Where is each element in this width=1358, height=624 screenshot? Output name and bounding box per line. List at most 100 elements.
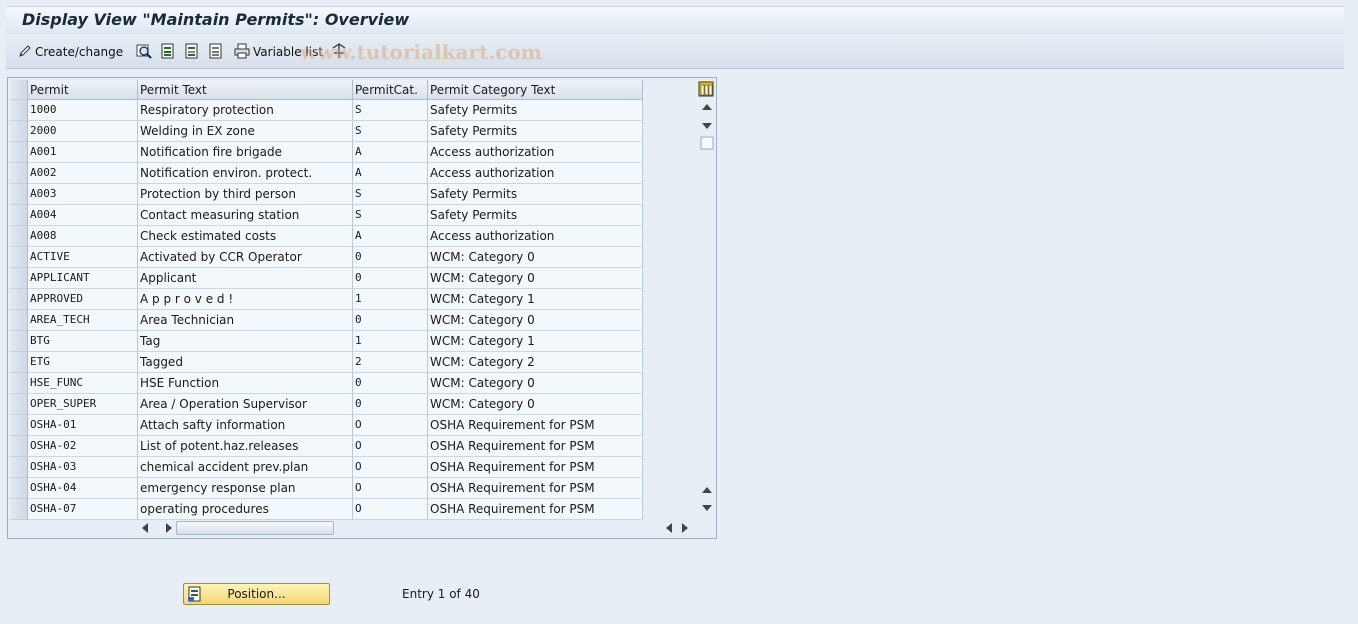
- cell-permit[interactable]: A008: [28, 226, 138, 247]
- horizontal-scrollbar[interactable]: [136, 520, 692, 536]
- cell-permit-text[interactable]: Area Technician: [138, 310, 353, 331]
- select-block-button[interactable]: [184, 43, 200, 61]
- cell-permit[interactable]: A003: [28, 184, 138, 205]
- cell-permit-category-text[interactable]: Access authorization: [428, 226, 643, 247]
- cell-permit[interactable]: AREA_TECH: [28, 310, 138, 331]
- cell-permit[interactable]: A004: [28, 205, 138, 226]
- cell-permit-cat[interactable]: O: [353, 436, 428, 457]
- position-button[interactable]: Position...: [183, 583, 330, 605]
- row-selector[interactable]: [10, 289, 28, 310]
- cell-permit-cat[interactable]: O: [353, 499, 428, 520]
- row-selector[interactable]: [10, 373, 28, 394]
- scroll-page-up-icon[interactable]: [702, 487, 712, 493]
- cell-permit[interactable]: ACTIVE: [28, 247, 138, 268]
- cell-permit[interactable]: OSHA-01: [28, 415, 138, 436]
- cell-permit[interactable]: OSHA-02: [28, 436, 138, 457]
- column-header-permit-cat[interactable]: PermitCat.: [353, 80, 428, 100]
- scroll-down-icon[interactable]: [702, 123, 712, 129]
- row-selector[interactable]: [10, 499, 28, 520]
- cell-permit-text[interactable]: Notification environ. protect.: [138, 163, 353, 184]
- cell-permit-category-text[interactable]: WCM: Category 1: [428, 331, 643, 352]
- cell-permit-text[interactable]: HSE Function: [138, 373, 353, 394]
- cell-permit-cat[interactable]: 0: [353, 394, 428, 415]
- cell-permit-cat[interactable]: A: [353, 163, 428, 184]
- cell-permit[interactable]: HSE_FUNC: [28, 373, 138, 394]
- table-row[interactable]: 2000 Welding in EX zone S Safety Permits: [10, 121, 644, 142]
- row-selector[interactable]: [10, 184, 28, 205]
- row-selector[interactable]: [10, 352, 28, 373]
- cell-permit-text[interactable]: Applicant: [138, 268, 353, 289]
- create-change-button[interactable]: Create/change: [18, 43, 123, 61]
- cell-permit-text[interactable]: Tag: [138, 331, 353, 352]
- cell-permit-cat[interactable]: 0: [353, 268, 428, 289]
- cell-permit-category-text[interactable]: WCM: Category 0: [428, 394, 643, 415]
- row-selector[interactable]: [10, 268, 28, 289]
- cell-permit[interactable]: APPROVED: [28, 289, 138, 310]
- cell-permit-cat[interactable]: 2: [353, 352, 428, 373]
- cell-permit-text[interactable]: Respiratory protection: [138, 100, 353, 121]
- scroll-up-icon[interactable]: [702, 104, 712, 110]
- table-row[interactable]: AREA_TECH Area Technician 0 WCM: Category 0: [10, 310, 644, 331]
- cell-permit-category-text[interactable]: Safety Permits: [428, 205, 643, 226]
- cell-permit-text[interactable]: Check estimated costs: [138, 226, 353, 247]
- cell-permit[interactable]: A001: [28, 142, 138, 163]
- column-header-permit-text[interactable]: Permit Text: [138, 80, 353, 100]
- cell-permit-category-text[interactable]: Safety Permits: [428, 121, 643, 142]
- cell-permit[interactable]: OSHA-04: [28, 478, 138, 499]
- table-row[interactable]: OSHA-07 operating procedures O OSHA Require…: [10, 499, 644, 520]
- cell-permit[interactable]: 2000: [28, 121, 138, 142]
- table-row[interactable]: OSHA-02 List of potent.haz.releases O OSHA …: [10, 436, 644, 457]
- row-selector[interactable]: [10, 142, 28, 163]
- cell-permit[interactable]: ETG: [28, 352, 138, 373]
- cell-permit-cat[interactable]: S: [353, 184, 428, 205]
- cell-permit-text[interactable]: Welding in EX zone: [138, 121, 353, 142]
- cell-permit-cat[interactable]: O: [353, 478, 428, 499]
- table-row[interactable]: A004 Contact measuring station S Safety Per…: [10, 205, 644, 226]
- cell-permit-text[interactable]: emergency response plan: [138, 478, 353, 499]
- cell-permit-text[interactable]: A p p r o v e d !: [138, 289, 353, 310]
- cell-permit[interactable]: 1000: [28, 100, 138, 121]
- cell-permit-category-text[interactable]: OSHA Requirement for PSM: [428, 436, 643, 457]
- row-selector[interactable]: [10, 394, 28, 415]
- cell-permit-text[interactable]: Activated by CCR Operator: [138, 247, 353, 268]
- cell-permit[interactable]: OSHA-07: [28, 499, 138, 520]
- row-selector[interactable]: [10, 331, 28, 352]
- table-row[interactable]: OPER_SUPER Area / Operation Supervisor 0 WC…: [10, 394, 644, 415]
- cell-permit[interactable]: APPLICANT: [28, 268, 138, 289]
- cell-permit-category-text[interactable]: Access authorization: [428, 142, 643, 163]
- cell-permit-category-text[interactable]: WCM: Category 0: [428, 373, 643, 394]
- cell-permit[interactable]: BTG: [28, 331, 138, 352]
- row-selector[interactable]: [10, 226, 28, 247]
- table-row[interactable]: ACTIVE Activated by CCR Operator 0 WCM: Cat…: [10, 247, 644, 268]
- table-row[interactable]: OSHA-03 chemical accident prev.plan O OSHA …: [10, 457, 644, 478]
- cell-permit-category-text[interactable]: OSHA Requirement for PSM: [428, 457, 643, 478]
- cell-permit-category-text[interactable]: WCM: Category 1: [428, 289, 643, 310]
- row-selector[interactable]: [10, 436, 28, 457]
- table-row[interactable]: A003 Protection by third person S Safety Pe…: [10, 184, 644, 205]
- cell-permit-text[interactable]: operating procedures: [138, 499, 353, 520]
- cell-permit[interactable]: A002: [28, 163, 138, 184]
- cell-permit-text[interactable]: Tagged: [138, 352, 353, 373]
- cell-permit-cat[interactable]: 1: [353, 331, 428, 352]
- cell-permit-category-text[interactable]: OSHA Requirement for PSM: [428, 478, 643, 499]
- find-button[interactable]: [136, 43, 152, 61]
- select-all-rows-cell[interactable]: [10, 80, 28, 100]
- table-row[interactable]: A001 Notification fire brigade A Access aut…: [10, 142, 644, 163]
- table-row[interactable]: OSHA-04 emergency response plan O OSHA Requ…: [10, 478, 644, 499]
- cell-permit-text[interactable]: Area / Operation Supervisor: [138, 394, 353, 415]
- vertical-scrollbar[interactable]: [698, 100, 716, 520]
- table-row[interactable]: 1000 Respiratory protection S Safety Permit…: [10, 100, 644, 121]
- cell-permit-category-text[interactable]: WCM: Category 0: [428, 310, 643, 331]
- table-row[interactable]: ETG Tagged 2 WCM: Category 2: [10, 352, 644, 373]
- scroll-left-icon[interactable]: [142, 523, 148, 533]
- cell-permit-category-text[interactable]: WCM: Category 0: [428, 247, 643, 268]
- cell-permit-category-text[interactable]: OSHA Requirement for PSM: [428, 415, 643, 436]
- cell-permit-text[interactable]: Attach safty information: [138, 415, 353, 436]
- table-row[interactable]: BTG Tag 1 WCM: Category 1: [10, 331, 644, 352]
- cell-permit-cat[interactable]: 0: [353, 310, 428, 331]
- cell-permit-cat[interactable]: 0: [353, 247, 428, 268]
- column-header-permit[interactable]: Permit: [28, 80, 138, 100]
- cell-permit-text[interactable]: List of potent.haz.releases: [138, 436, 353, 457]
- row-selector[interactable]: [10, 121, 28, 142]
- cell-permit-cat[interactable]: O: [353, 457, 428, 478]
